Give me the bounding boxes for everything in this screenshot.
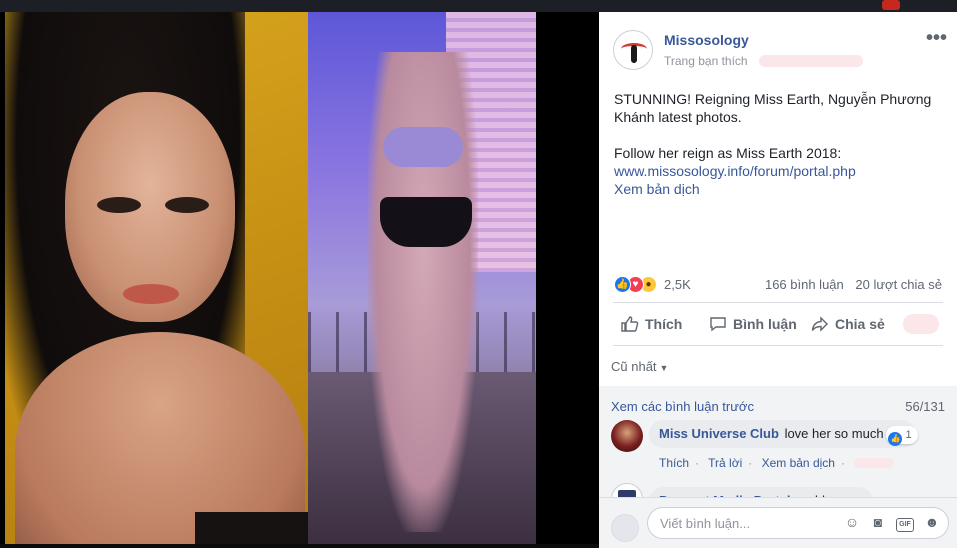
blurred-timestamp	[854, 458, 895, 468]
notification-badge	[882, 0, 900, 10]
post-body: STUNNING! Reigning Miss Earth, Nguyễn Ph…	[614, 90, 944, 198]
thumbs-up-icon	[621, 316, 639, 332]
sort-label: Cũ nhất	[611, 359, 657, 374]
reactions-bar: 👍 ♥ ● 2,5K 166 bình luận 20 lượt chia sẻ	[614, 275, 942, 295]
share-button-label: Chia sẻ	[835, 316, 885, 332]
comment-reaction-number: 1	[905, 429, 912, 441]
like-button[interactable]: Thích	[621, 316, 682, 332]
comment-counter: 56/131	[905, 399, 945, 414]
post-text-line2: Follow her reign as Miss Earth 2018:	[614, 145, 842, 161]
page-subtitle: Trang bạn thích	[664, 54, 748, 68]
action-bar: Thích Bình luận Chia sẻ	[621, 314, 941, 338]
caret-down-icon: ▼	[659, 363, 669, 373]
comment-like-link[interactable]: Thích	[659, 456, 689, 470]
commenter-avatar[interactable]	[611, 420, 643, 452]
like-button-label: Thích	[645, 316, 683, 332]
post-header: Missosology Trang bạn thích •••	[613, 28, 947, 76]
post-link[interactable]: www.missosology.info/forum/portal.php	[614, 162, 944, 180]
user-avatar	[611, 514, 639, 542]
comment-button-label: Bình luận	[733, 316, 797, 332]
share-arrow-icon	[811, 316, 828, 332]
like-reaction-icon[interactable]: 👍	[614, 276, 631, 293]
sticker-icon[interactable]: ☻	[924, 514, 940, 530]
translate-link[interactable]: Xem bản dịch	[614, 180, 944, 198]
camera-icon[interactable]: ◙	[870, 514, 886, 530]
gif-icon[interactable]: GIF	[896, 518, 914, 532]
top-bar	[0, 0, 957, 12]
photo-viewer[interactable]	[0, 12, 599, 544]
comment-item: Miss Universe Club love her so much 👍 1 T…	[611, 420, 945, 470]
like-reaction-icon: 👍	[888, 432, 903, 446]
comment-composer: Viết bình luận... ☺ ◙ GIF ☻	[599, 497, 957, 548]
blurred-timestamp	[759, 55, 863, 67]
comment-button[interactable]: Bình luận	[709, 316, 797, 332]
post-side-panel: Missosology Trang bạn thích ••• STUNNING…	[599, 12, 957, 548]
blurred-element	[903, 314, 939, 334]
comment-reaction-count[interactable]: 👍 1	[886, 426, 918, 446]
comment-text: love her so much	[784, 426, 884, 441]
previous-comments-row: Xem các bình luận trước 56/131	[611, 399, 945, 414]
share-count[interactable]: 20 lượt chia sẻ	[855, 277, 942, 292]
divider	[613, 302, 943, 303]
divider	[613, 345, 943, 346]
comment-input[interactable]: Viết bình luận... ☺ ◙ GIF ☻	[647, 507, 949, 539]
more-options-icon[interactable]: •••	[926, 28, 947, 48]
page-avatar[interactable]	[613, 30, 653, 70]
comment-reply-link[interactable]: Trả lời	[708, 456, 742, 470]
page-name[interactable]: Missosology	[664, 32, 749, 48]
view-previous-comments-link[interactable]: Xem các bình luận trước	[611, 399, 754, 414]
comment-author[interactable]: Miss Universe Club	[659, 426, 779, 441]
post-text-line1: STUNNING! Reigning Miss Earth, Nguyễn Ph…	[614, 91, 932, 125]
comment-actions: Thích · Trả lời · Xem bản dịch ·	[659, 456, 900, 470]
speech-bubble-icon	[710, 317, 726, 332]
comment-input-placeholder: Viết bình luận...	[660, 516, 751, 531]
emoji-icon[interactable]: ☺	[844, 514, 860, 530]
comment-sort-dropdown[interactable]: Cũ nhất ▼	[611, 359, 668, 374]
portrait-photo	[5, 12, 308, 544]
full-body-photo	[308, 12, 536, 544]
comment-bubble: Miss Universe Club love her so much 👍 1	[649, 420, 918, 448]
comment-translate-link[interactable]: Xem bản dịch	[762, 456, 835, 470]
share-button[interactable]: Chia sẻ	[811, 316, 885, 332]
reaction-count[interactable]: 2,5K	[664, 277, 691, 292]
comment-count[interactable]: 166 bình luận	[765, 277, 844, 292]
